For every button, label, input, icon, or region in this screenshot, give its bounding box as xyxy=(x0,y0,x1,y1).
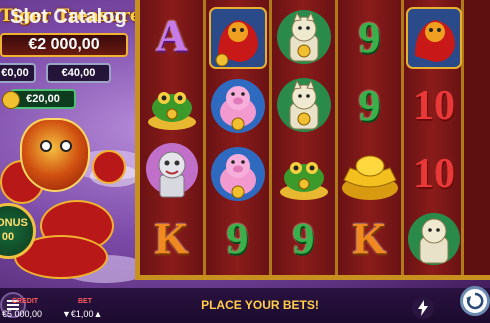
symbol-cell xyxy=(206,72,269,140)
dragon-claw xyxy=(92,150,126,184)
cat-icon xyxy=(408,213,460,265)
symbol-cell: 9 xyxy=(338,4,401,72)
toad-icon xyxy=(147,92,196,130)
lion-statue-icon xyxy=(145,143,198,198)
minor-jackpot: €0,00 xyxy=(0,63,36,83)
dragon-eye xyxy=(40,140,52,152)
symbol-cell: K xyxy=(140,205,203,273)
symbol-letter-k: K xyxy=(352,214,387,263)
bet-decrease-icon[interactable]: ▼ xyxy=(62,309,71,319)
dragon-eye xyxy=(60,140,72,152)
symbol-number-10: 10 xyxy=(413,83,455,129)
bet-label: BET xyxy=(78,298,92,305)
bet-value: €1,00 xyxy=(70,309,94,319)
cat-icon xyxy=(276,10,331,64)
reel-4: 9 9 K xyxy=(338,0,404,275)
symbol-letter-a: A xyxy=(155,11,188,60)
symbol-number-9: 9 xyxy=(226,214,249,263)
symbol-cell xyxy=(272,4,335,72)
pig-icon xyxy=(210,147,265,201)
lightning-icon xyxy=(418,300,428,316)
symbol-number-9: 9 xyxy=(358,81,381,130)
reel-frame: A K 9 9 9 9 K 10 10 xyxy=(135,0,490,280)
symbol-cell xyxy=(272,140,335,208)
symbol-cell: 9 xyxy=(272,205,335,273)
symbol-cell xyxy=(404,4,464,72)
symbol-number-9: 9 xyxy=(292,214,315,263)
coin-icon xyxy=(2,91,20,109)
symbol-cell xyxy=(404,205,464,273)
watermark-text: Slot Catalog xyxy=(10,6,127,28)
turbo-button[interactable] xyxy=(412,297,434,319)
symbol-cell: 10 xyxy=(404,72,464,140)
symbol-number-10: 10 xyxy=(413,151,455,197)
spin-icon xyxy=(466,292,484,310)
major-jackpot: €40,00 xyxy=(46,63,111,83)
major-jackpot-value: €40,00 xyxy=(61,67,96,79)
reel-2: 9 xyxy=(206,0,272,275)
symbol-cell xyxy=(206,140,269,208)
spin-button[interactable] xyxy=(460,286,490,316)
dragon-head xyxy=(20,118,90,192)
symbol-cell: 9 xyxy=(338,72,401,140)
cat-icon xyxy=(276,78,331,132)
mini-jackpot-value: €20,00 xyxy=(26,93,60,105)
symbol-cell xyxy=(206,4,269,72)
status-message: PLACE YOUR BETS! xyxy=(201,298,319,312)
bonus-label: BONUS xyxy=(0,217,28,229)
bonus-value: 00 xyxy=(1,231,15,243)
symbol-cell: 10 xyxy=(404,140,464,208)
dragon-icon xyxy=(208,7,267,69)
credit-value: €5 000,00 xyxy=(2,309,43,319)
reel-1: A K xyxy=(140,0,206,275)
grand-jackpot: €2 000,00 xyxy=(0,33,128,57)
symbol-cell: 9 xyxy=(206,205,269,273)
symbol-cell: K xyxy=(338,205,401,273)
reel-5: 10 10 xyxy=(404,0,464,275)
symbol-cell xyxy=(140,70,203,138)
watermark-logo: Slot Catalog xyxy=(10,6,127,29)
pig-icon xyxy=(210,79,265,133)
bet-increase-icon[interactable]: ▲ xyxy=(93,309,102,319)
toad-icon xyxy=(279,162,328,200)
symbol-cell xyxy=(140,138,203,206)
symbol-cell: A xyxy=(140,2,203,70)
grand-jackpot-value: €2 000,00 xyxy=(28,36,100,53)
symbol-cell xyxy=(338,140,401,208)
symbol-number-9: 9 xyxy=(358,13,381,62)
reel-3: 9 xyxy=(272,0,338,275)
bet-selector[interactable]: ▼€1,00▲ xyxy=(62,309,102,319)
symbol-cell xyxy=(272,72,335,140)
dragon-icon xyxy=(406,7,462,69)
credit-label: CREDIT xyxy=(12,298,39,305)
minor-jackpot-value: €0,00 xyxy=(1,67,29,79)
gold-ingot-icon xyxy=(341,155,398,200)
symbol-letter-k: K xyxy=(154,214,189,263)
